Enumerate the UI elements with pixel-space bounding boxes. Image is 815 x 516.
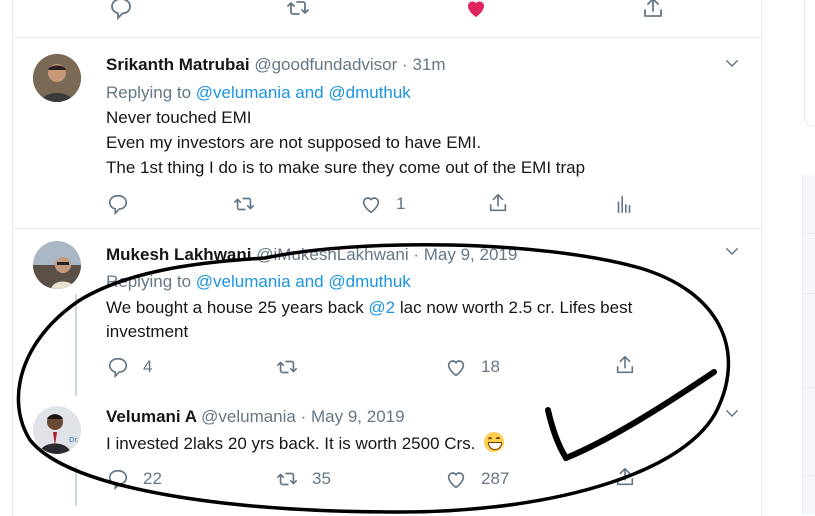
retweet-button[interactable] xyxy=(233,193,255,215)
retweet-icon xyxy=(277,360,297,374)
author-name[interactable]: Srikanth Matrubai xyxy=(106,55,250,74)
tweet-text-line: Even my investors are not supposed to ha… xyxy=(106,133,482,152)
tweet-text-line: investment xyxy=(106,322,189,341)
share-icon xyxy=(616,355,634,374)
retweet-icon xyxy=(234,197,254,211)
sidebar-card xyxy=(804,0,815,127)
reply-icon xyxy=(108,194,128,215)
thread-line xyxy=(75,294,77,396)
heart-icon xyxy=(362,197,380,214)
chevron-down-icon[interactable] xyxy=(723,404,741,425)
tweet-mukesh[interactable]: Mukesh Lakhwani @iMukeshLakhwani · May 9… xyxy=(13,230,761,400)
like-button[interactable]: 1 xyxy=(360,193,405,215)
retweet-count: 35 xyxy=(312,469,331,488)
chevron-down-icon[interactable] xyxy=(723,242,741,263)
like-count: 1 xyxy=(396,194,406,213)
reply-icon xyxy=(108,357,128,378)
timestamp[interactable]: 31m xyxy=(412,55,445,74)
tweet-velumani[interactable]: Dr. Velumani A @velumania · May 9, 2019 … xyxy=(13,400,761,516)
avatar[interactable]: Dr. xyxy=(33,406,81,454)
replying-to: Replying to @velumania and @dmuthuk xyxy=(106,80,411,105)
like-button[interactable]: 287 xyxy=(445,468,509,490)
avatar[interactable] xyxy=(33,54,81,102)
dot-separator: · xyxy=(300,407,307,426)
reply-count: 4 xyxy=(143,357,153,376)
chevron-down-icon[interactable] xyxy=(723,54,741,75)
heart-icon xyxy=(447,472,465,489)
retweet-icon[interactable] xyxy=(286,0,310,20)
share-icon xyxy=(489,193,507,212)
like-count: 287 xyxy=(481,469,510,488)
like-filled-icon[interactable] xyxy=(464,0,488,20)
reply-count: 22 xyxy=(143,469,162,488)
tweet-text-line: Never touched EMI xyxy=(106,108,252,127)
dot-separator: · xyxy=(402,55,408,74)
analytics-icon xyxy=(617,195,631,214)
share-icon xyxy=(616,467,634,486)
author-handle[interactable]: @goodfundadvisor xyxy=(254,55,397,74)
author-name[interactable]: Velumani A xyxy=(106,407,196,426)
tweet-text-line: I invested 2laks 20 yrs back. It is wort… xyxy=(106,431,505,456)
tweet-text: We bought a house 25 years back xyxy=(106,298,369,317)
previous-tweet-actions xyxy=(13,0,761,38)
retweet-icon xyxy=(277,472,297,486)
tweet-header: Velumani A @velumania · May 9, 2019 xyxy=(106,407,405,427)
tweet-header: Srikanth Matrubai @goodfundadvisor · 31m xyxy=(106,55,446,75)
tweet-header: Mukesh Lakhwani @iMukeshLakhwani · May 9… xyxy=(106,245,517,265)
tweet-text: I invested 2laks 20 yrs back. It is wort… xyxy=(106,434,476,453)
retweet-button[interactable]: 35 xyxy=(276,468,331,490)
replying-to: Replying to @velumania and @dmuthuk xyxy=(106,269,411,294)
timestamp[interactable]: May 9, 2019 xyxy=(424,245,518,264)
like-button[interactable]: 18 xyxy=(445,356,500,378)
right-sidebar xyxy=(790,0,815,516)
author-handle[interactable]: @velumania xyxy=(201,407,296,426)
tweet-text-line: We bought a house 25 years back @2 lac n… xyxy=(106,295,632,320)
heart-icon xyxy=(447,360,465,377)
retweet-button[interactable] xyxy=(276,356,298,378)
like-count: 18 xyxy=(481,357,500,376)
sidebar-trends-panel xyxy=(802,175,815,515)
timestamp[interactable]: May 9, 2019 xyxy=(311,407,405,426)
reply-button[interactable] xyxy=(107,193,129,215)
author-handle[interactable]: @iMukeshLakhwani xyxy=(256,245,408,264)
share-button[interactable] xyxy=(487,192,509,214)
grinning-face-emoji-icon xyxy=(484,432,505,452)
replying-label: Replying to xyxy=(106,272,192,291)
reply-button[interactable]: 22 xyxy=(107,468,162,490)
share-button[interactable] xyxy=(614,466,636,488)
author-name[interactable]: Mukesh Lakhwani xyxy=(106,245,251,264)
analytics-button[interactable] xyxy=(613,193,635,215)
replying-users-link[interactable]: @velumania and @dmuthuk xyxy=(196,272,411,291)
share-icon[interactable] xyxy=(641,0,665,20)
svg-text:Dr.: Dr. xyxy=(69,436,79,444)
tweet-text-line: The 1st thing I do is to make sure they … xyxy=(106,158,586,177)
mention-link[interactable]: @2 xyxy=(368,298,395,317)
reply-icon xyxy=(108,469,128,490)
tweet-text: lac now worth 2.5 cr. Lifes best xyxy=(395,298,633,317)
share-button[interactable] xyxy=(614,354,636,376)
replying-label: Replying to xyxy=(106,83,192,102)
replying-users-link[interactable]: @velumania and @dmuthuk xyxy=(196,83,411,102)
avatar[interactable] xyxy=(33,241,81,289)
tweet-srikanth[interactable]: Srikanth Matrubai @goodfundadvisor · 31m… xyxy=(13,39,761,229)
dot-separator: · xyxy=(413,245,420,264)
reply-button[interactable]: 4 xyxy=(107,356,152,378)
timeline-feed: Srikanth Matrubai @goodfundadvisor · 31m… xyxy=(12,0,762,516)
reply-icon[interactable] xyxy=(109,0,133,20)
